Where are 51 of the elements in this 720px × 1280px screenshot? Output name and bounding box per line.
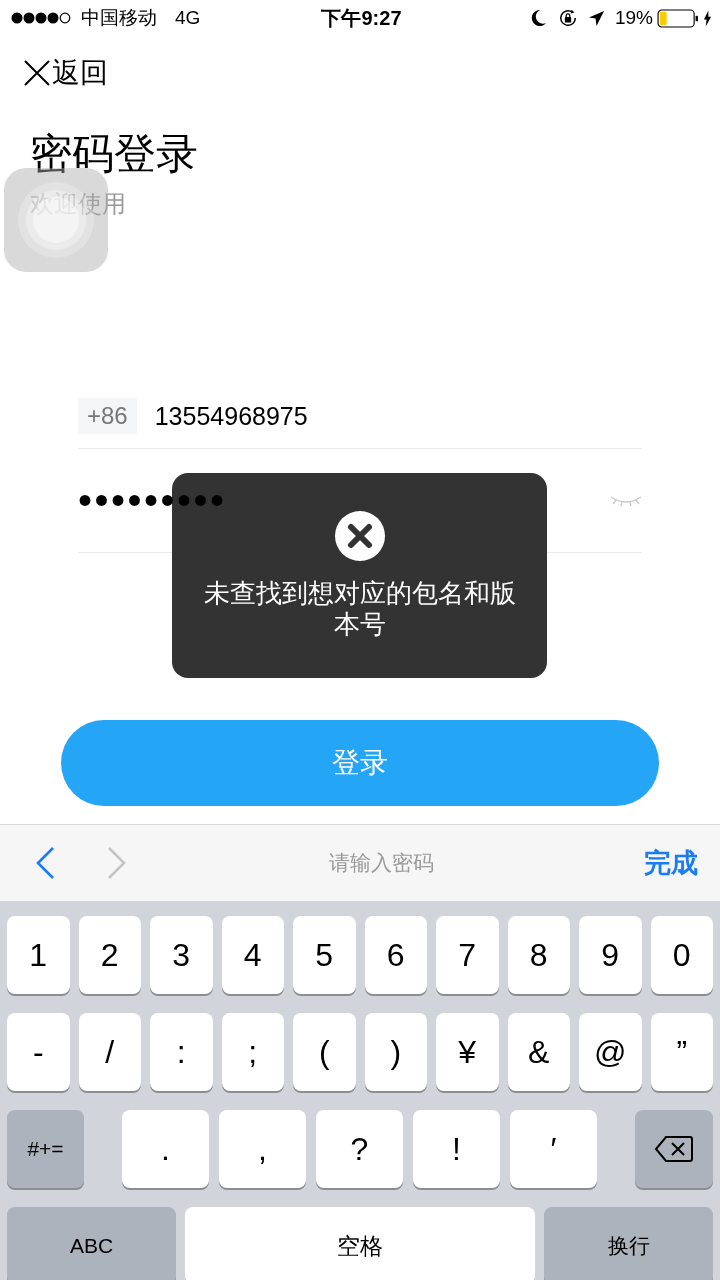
character-key[interactable]: / [78, 1013, 141, 1091]
character-key[interactable]: 4 [221, 916, 284, 994]
backspace-icon [654, 1135, 694, 1163]
close-icon [24, 60, 50, 86]
network-type: 4G [175, 7, 201, 29]
eye-closed-icon[interactable] [610, 494, 642, 507]
signal-icon [11, 12, 73, 24]
character-key[interactable]: : [150, 1013, 213, 1091]
function-key[interactable]: #+= [7, 1110, 84, 1188]
character-key[interactable]: ) [364, 1013, 427, 1091]
character-key[interactable]: , [219, 1110, 306, 1188]
character-key[interactable]: . [122, 1110, 209, 1188]
character-key[interactable]: - [7, 1013, 70, 1091]
carrier-name: 中国移动 [81, 6, 157, 30]
battery-icon [657, 8, 699, 28]
character-key[interactable]: ′ [510, 1110, 597, 1188]
character-key[interactable]: & [507, 1013, 570, 1091]
error-icon [334, 511, 385, 561]
character-key[interactable]: 8 [507, 916, 570, 994]
character-key[interactable]: 1 [7, 916, 70, 994]
space-key[interactable]: 空格 [185, 1207, 535, 1280]
character-key[interactable]: ! [413, 1110, 500, 1188]
character-key[interactable]: ” [650, 1013, 713, 1091]
character-key[interactable]: 6 [364, 916, 427, 994]
charging-bolt-icon [703, 9, 712, 27]
battery-percent: 19% [614, 7, 653, 29]
back-button[interactable]: 返回 [24, 54, 108, 92]
character-key[interactable]: 0 [650, 916, 713, 994]
done-button[interactable]: 完成 [644, 845, 698, 881]
character-key[interactable]: 7 [436, 916, 499, 994]
rotation-lock-icon [557, 8, 578, 28]
phone-input[interactable]: 13554968975 [154, 401, 642, 431]
country-code-button[interactable]: +86 [78, 398, 137, 434]
previous-field-button[interactable] [34, 846, 56, 880]
status-time: 下午9:27 [321, 5, 402, 31]
location-arrow-icon [587, 9, 605, 27]
function-key[interactable]: ABC [7, 1207, 176, 1280]
field-hint: 请输入密码 [327, 850, 435, 876]
character-key[interactable]: ¥ [436, 1013, 499, 1091]
character-key[interactable]: 3 [150, 916, 213, 994]
character-key[interactable]: @ [579, 1013, 642, 1091]
character-key[interactable]: ? [316, 1110, 403, 1188]
delete-key[interactable] [635, 1110, 713, 1188]
page-title: 密码登录 [30, 129, 199, 179]
function-key[interactable]: 换行 [544, 1207, 713, 1280]
character-key[interactable]: 2 [78, 916, 141, 994]
toast-message: 未查找到想对应的包名和版本号 [202, 578, 517, 640]
character-key[interactable]: 9 [579, 916, 642, 994]
character-key[interactable]: ( [293, 1013, 356, 1091]
character-key[interactable]: 5 [293, 916, 356, 994]
character-key[interactable]: ; [221, 1013, 284, 1091]
